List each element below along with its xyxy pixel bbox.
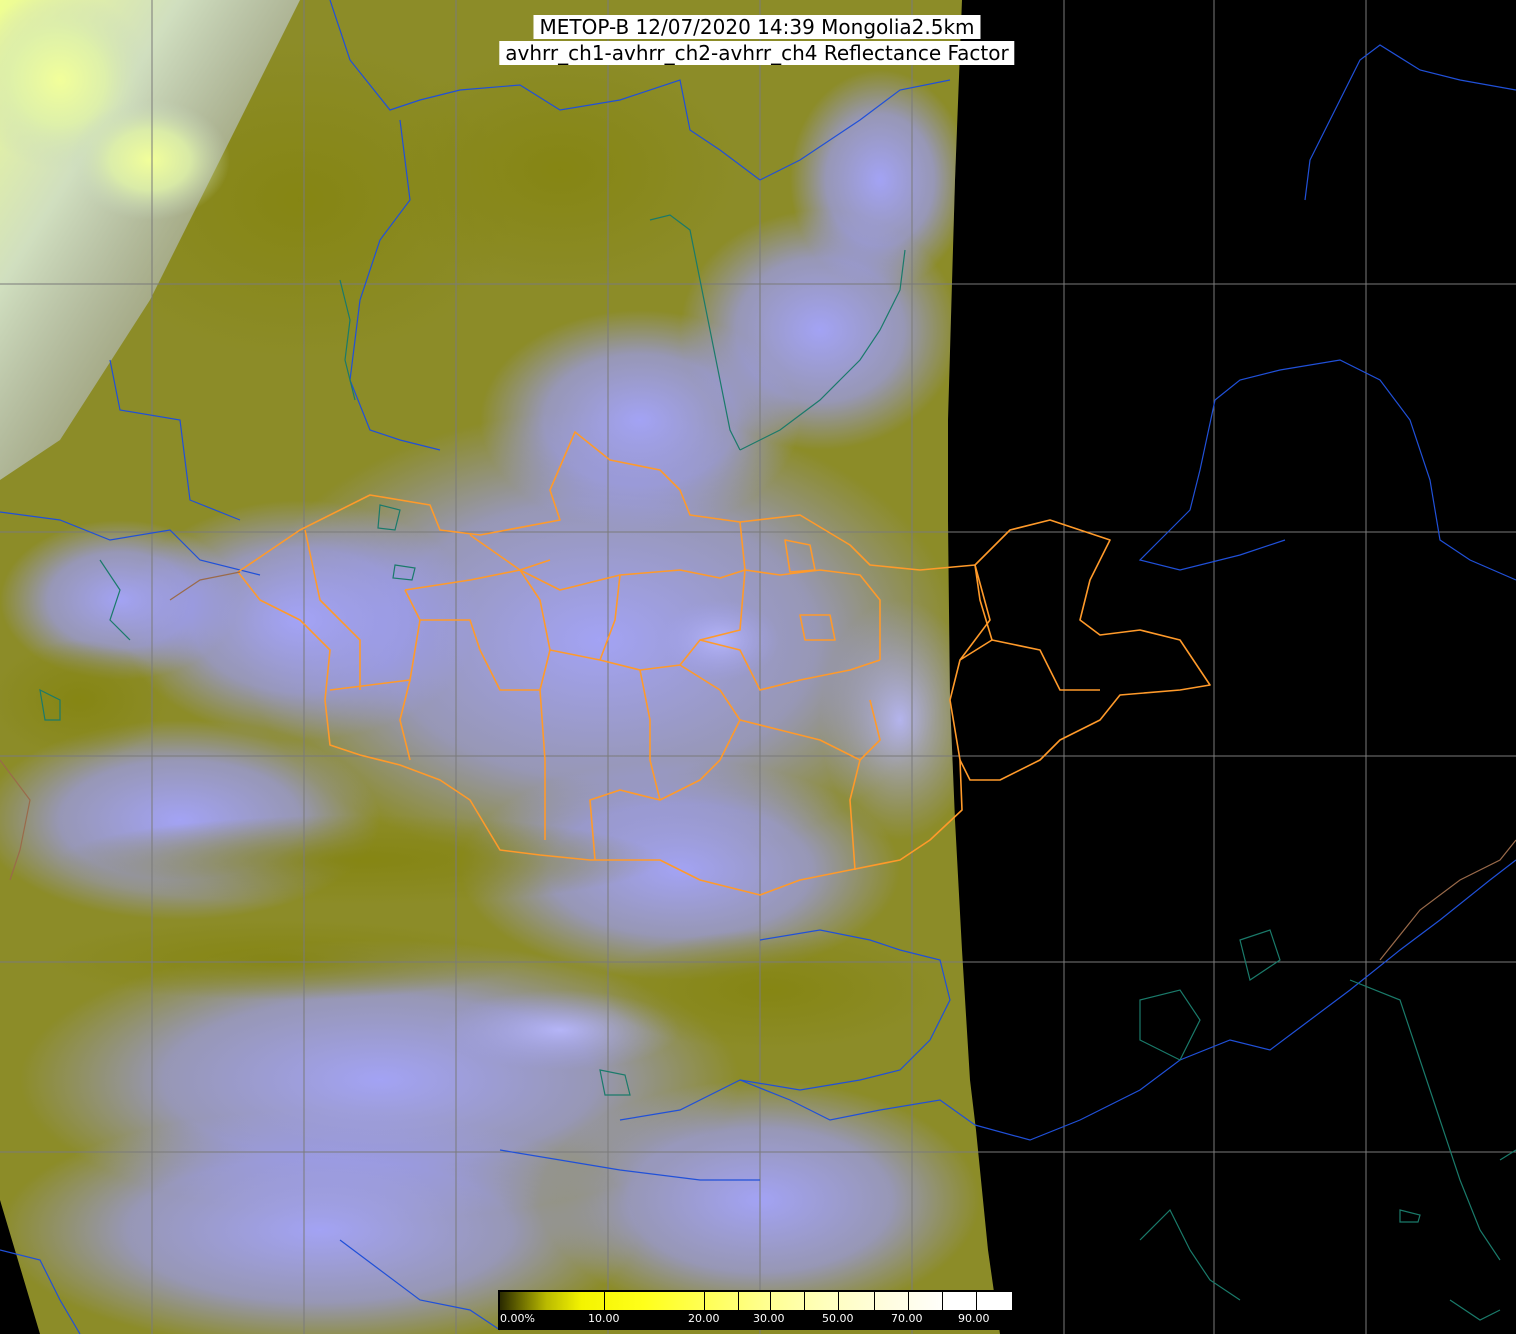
colorbar-legend: 0.00% 10.00 20.00 30.00 50.00 70.00 90.0… (498, 1290, 1014, 1330)
colorbar-label: 10.00 (588, 1312, 620, 1325)
colorbar-ramp (500, 1292, 1012, 1310)
colorbar-label: 0.00% (500, 1312, 535, 1325)
colorbar-tick (942, 1292, 943, 1310)
colorbar-label: 70.00 (891, 1312, 923, 1325)
colorbar-tick (804, 1292, 805, 1310)
title-line-2: avhrr_ch1-avhrr_ch2-avhrr_ch4 Reflectanc… (499, 41, 1015, 65)
satellite-map (0, 0, 1516, 1334)
colorbar-tick (908, 1292, 909, 1310)
colorbar-label: 90.00 (958, 1312, 990, 1325)
satellite-image-viewer: METOP-B 12/07/2020 14:39 Mongolia2.5km a… (0, 0, 1516, 1334)
colorbar-tick (738, 1292, 739, 1310)
colorbar-tick (874, 1292, 875, 1310)
colorbar-tick (838, 1292, 839, 1310)
colorbar-label: 30.00 (753, 1312, 785, 1325)
colorbar-label: 50.00 (822, 1312, 854, 1325)
colorbar-tick (976, 1292, 977, 1310)
colorbar-label: 20.00 (688, 1312, 720, 1325)
swath-imagery (0, 0, 1000, 1334)
colorbar-tick (770, 1292, 771, 1310)
title-line-1: METOP-B 12/07/2020 14:39 Mongolia2.5km (533, 15, 981, 39)
colorbar-tick (704, 1292, 705, 1310)
colorbar-tick (604, 1292, 605, 1310)
